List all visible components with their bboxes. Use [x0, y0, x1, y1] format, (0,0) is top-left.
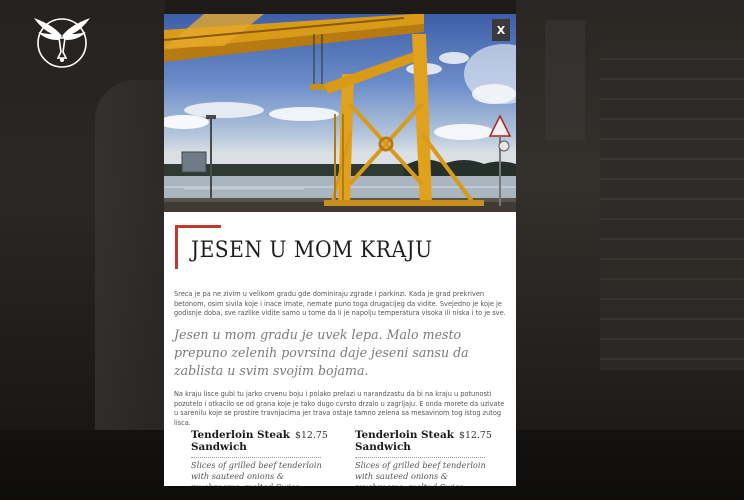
menu-item-name: Tenderloin Steak Sandwich — [355, 429, 454, 453]
background-arch — [95, 80, 175, 440]
article-quote: Jesen u mom gradu je uvek lepa. Malo mes… — [174, 327, 469, 378]
article-modal: X JESEN U MOM KRAJU Sreca je pa ne zivim… — [164, 14, 516, 486]
hero-image — [164, 14, 516, 212]
close-button[interactable]: X — [492, 19, 510, 41]
article-paragraph-2: Na kraju lisce gubi tu jarko crvenu boju… — [174, 390, 505, 427]
menu-item-divider — [191, 457, 321, 458]
article-paragraph-1: Sreca je pa ne zivim u velikom gradu gde… — [174, 290, 506, 318]
menu-item-price: $12.75 — [295, 430, 328, 441]
winged-emblem-icon[interactable] — [30, 14, 94, 70]
background-window — [545, 20, 585, 140]
menu-item-name: Tenderloin Steak Sandwich — [191, 429, 290, 453]
menu-item-price: $12.75 — [459, 430, 492, 441]
crane-photo — [164, 14, 516, 212]
menu-item-description: Slices of grilled beef tenderloin with s… — [191, 460, 322, 486]
article-title: JESEN U MOM KRAJU — [191, 238, 433, 263]
close-icon: X — [496, 23, 506, 37]
title-bracket-tail — [175, 257, 178, 269]
menu-item-divider — [355, 457, 485, 458]
background-shelves — [600, 40, 744, 370]
menu-item-description: Slices of grilled beef tenderloin with s… — [355, 460, 486, 486]
